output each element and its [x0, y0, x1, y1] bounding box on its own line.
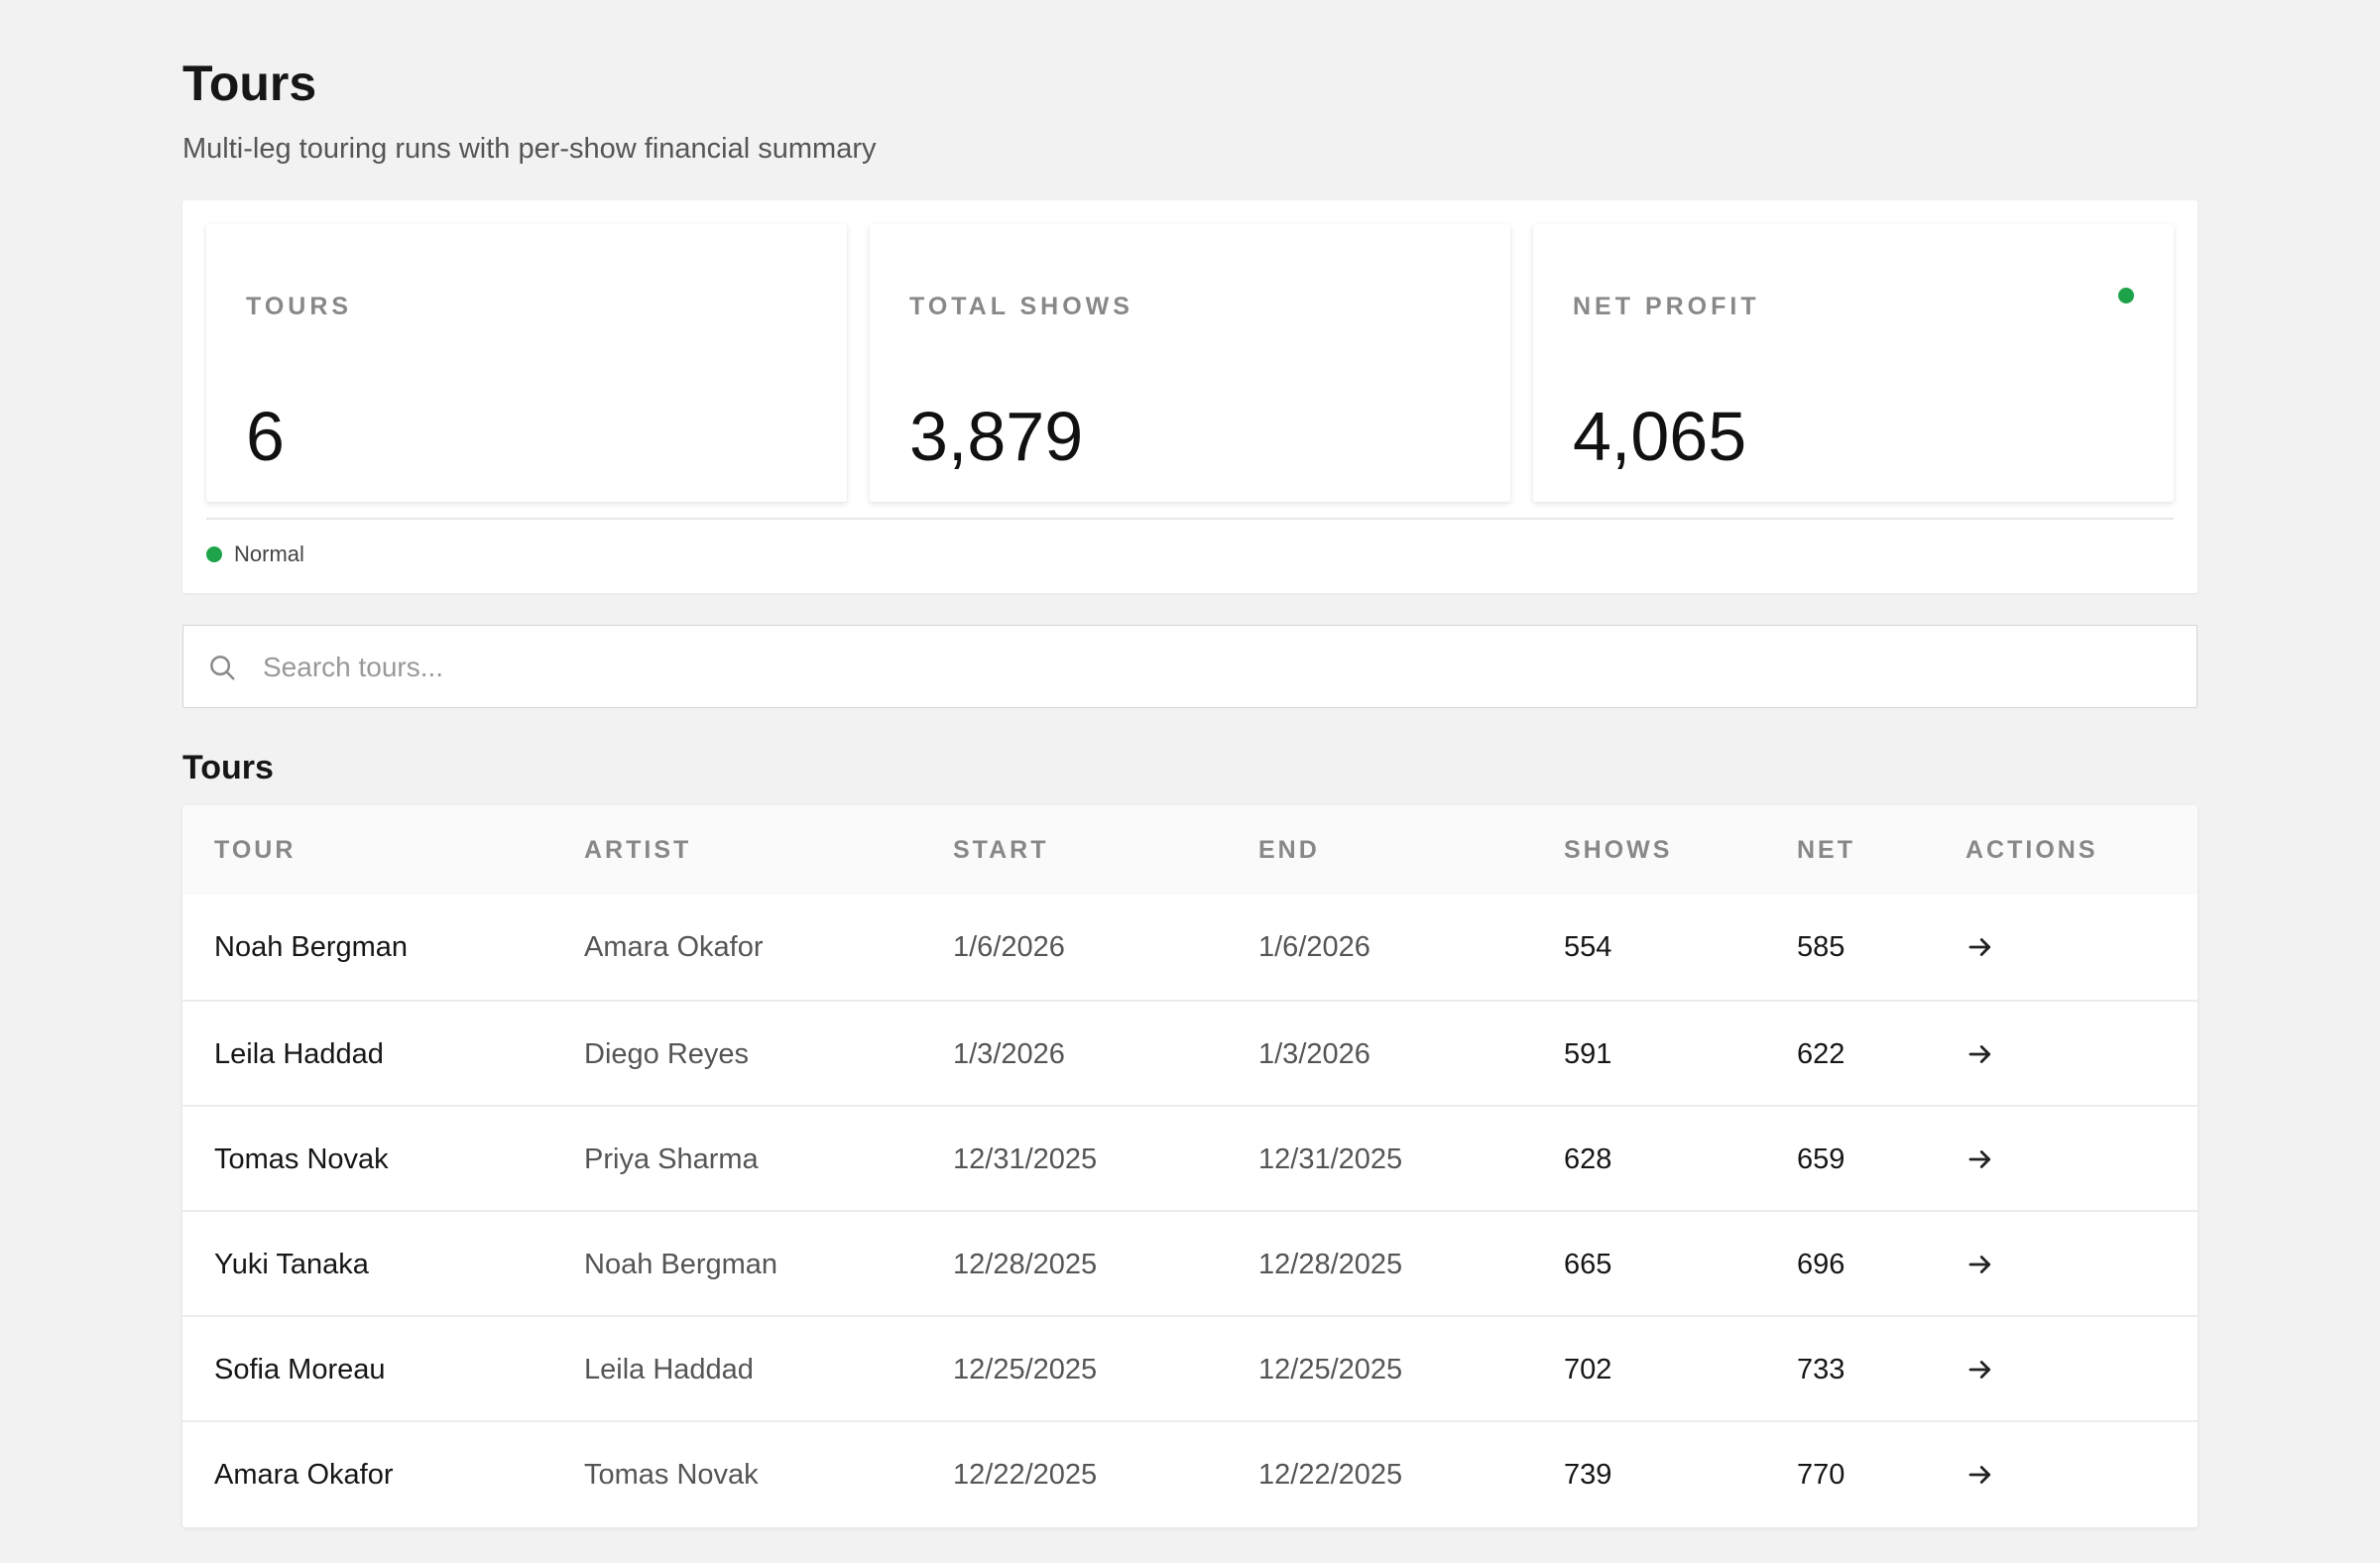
- table-row[interactable]: Noah Bergman Amara Okafor 1/6/2026 1/6/2026…: [182, 895, 2198, 1000]
- cell-artist: Tomas Novak: [584, 1459, 759, 1491]
- column-header-artist[interactable]: ARTIST: [584, 805, 691, 895]
- cell-net: 696: [1797, 1249, 1845, 1280]
- column-header-net[interactable]: NET: [1797, 805, 1855, 895]
- status-indicator-dot: [2118, 288, 2134, 303]
- cell-net: 585: [1797, 931, 1845, 963]
- stats-panel: TOURS 6 TOTAL SHOWS 3,879 NET PROFIT 4,0…: [182, 200, 2198, 593]
- stat-card-total-shows: TOTAL SHOWS 3,879: [870, 224, 1510, 502]
- table-row[interactable]: Sofia Moreau Leila Haddad 12/25/2025 12/25/…: [182, 1315, 2198, 1422]
- arrow-right-icon[interactable]: [1965, 1460, 1995, 1490]
- cell-artist: Amara Okafor: [584, 931, 764, 963]
- cell-tour: Amara Okafor: [214, 1459, 394, 1491]
- column-header-start[interactable]: START: [953, 805, 1048, 895]
- stat-label: TOTAL SHOWS: [909, 293, 1133, 320]
- stat-label: TOURS: [246, 293, 353, 320]
- cell-shows: 628: [1564, 1143, 1612, 1175]
- cell-start-date: 12/25/2025: [953, 1354, 1098, 1385]
- search-input[interactable]: [261, 626, 2149, 709]
- cell-end-date: 12/22/2025: [1258, 1459, 1403, 1491]
- stat-label: NET PROFIT: [1573, 293, 1760, 320]
- search-icon: [210, 656, 235, 680]
- status-label: Normal: [234, 541, 304, 566]
- arrow-right-icon[interactable]: [1965, 1144, 1995, 1174]
- arrow-right-icon[interactable]: [1965, 1355, 1995, 1384]
- cell-artist: Diego Reyes: [584, 1038, 750, 1070]
- cell-shows: 739: [1564, 1459, 1612, 1491]
- status-dot: [206, 546, 222, 562]
- cell-end-date: 1/3/2026: [1258, 1038, 1370, 1070]
- table-row[interactable]: Amara Okafor Tomas Novak 12/22/2025 12/22/2…: [182, 1420, 2198, 1527]
- column-header-actions: ACTIONS: [1965, 836, 2098, 864]
- cell-net: 770: [1797, 1459, 1845, 1491]
- cell-net: 622: [1797, 1038, 1845, 1070]
- cell-end-date: 1/6/2026: [1258, 931, 1370, 963]
- stat-card-net-profit: NET PROFIT 4,065: [1533, 224, 2174, 502]
- column-header-end[interactable]: END: [1258, 805, 1320, 895]
- cell-end-date: 12/25/2025: [1258, 1354, 1403, 1385]
- stat-value: 4,065: [1573, 398, 1747, 475]
- cell-tour: Yuki Tanaka: [214, 1249, 369, 1280]
- cell-tour: Leila Haddad: [214, 1038, 384, 1070]
- table-row[interactable]: Yuki Tanaka Noah Bergman 12/28/2025 12/28/2…: [182, 1210, 2198, 1317]
- arrow-right-icon[interactable]: [1965, 932, 1995, 962]
- section-title: Tours: [182, 749, 274, 786]
- cell-shows: 702: [1564, 1354, 1612, 1385]
- tours-table: TOUR ARTIST START END SHOWS NET ACTIONS …: [182, 805, 2198, 1527]
- cell-tour: Sofia Moreau: [214, 1354, 386, 1385]
- cell-start-date: 1/6/2026: [953, 931, 1065, 963]
- cell-start-date: 1/3/2026: [953, 1038, 1065, 1070]
- cell-net: 659: [1797, 1143, 1845, 1175]
- cell-shows: 665: [1564, 1249, 1612, 1280]
- cell-shows: 591: [1564, 1038, 1612, 1070]
- cell-start-date: 12/28/2025: [953, 1249, 1098, 1280]
- column-header-tour[interactable]: TOUR: [214, 805, 296, 895]
- page-title: Tours: [182, 56, 317, 111]
- page-subtitle: Multi-leg touring runs with per-show fin…: [182, 133, 877, 165]
- cell-shows: 554: [1564, 931, 1612, 963]
- cell-end-date: 12/31/2025: [1258, 1143, 1403, 1175]
- cell-end-date: 12/28/2025: [1258, 1249, 1403, 1280]
- status-row: Normal: [206, 540, 304, 569]
- cell-artist: Priya Sharma: [584, 1143, 759, 1175]
- table-row[interactable]: Leila Haddad Diego Reyes 1/3/2026 1/3/2026 5…: [182, 1000, 2198, 1107]
- search-box: [182, 625, 2198, 709]
- divider: [206, 518, 2174, 520]
- arrow-right-icon[interactable]: [1965, 1250, 1995, 1279]
- cell-start-date: 12/22/2025: [953, 1459, 1098, 1491]
- column-header-shows[interactable]: SHOWS: [1564, 805, 1672, 895]
- cell-tour: Noah Bergman: [214, 931, 409, 963]
- cell-tour: Tomas Novak: [214, 1143, 389, 1175]
- cell-net: 733: [1797, 1354, 1845, 1385]
- arrow-right-icon[interactable]: [1965, 1039, 1995, 1069]
- table-row[interactable]: Tomas Novak Priya Sharma 12/31/2025 12/31/2…: [182, 1105, 2198, 1212]
- stat-card-tours: TOURS 6: [206, 224, 847, 502]
- stat-value: 6: [246, 398, 285, 475]
- table-header: TOUR ARTIST START END SHOWS NET ACTIONS: [182, 805, 2198, 895]
- stat-value: 3,879: [909, 398, 1084, 475]
- cell-artist: Noah Bergman: [584, 1249, 778, 1280]
- cell-artist: Leila Haddad: [584, 1354, 754, 1385]
- cell-start-date: 12/31/2025: [953, 1143, 1098, 1175]
